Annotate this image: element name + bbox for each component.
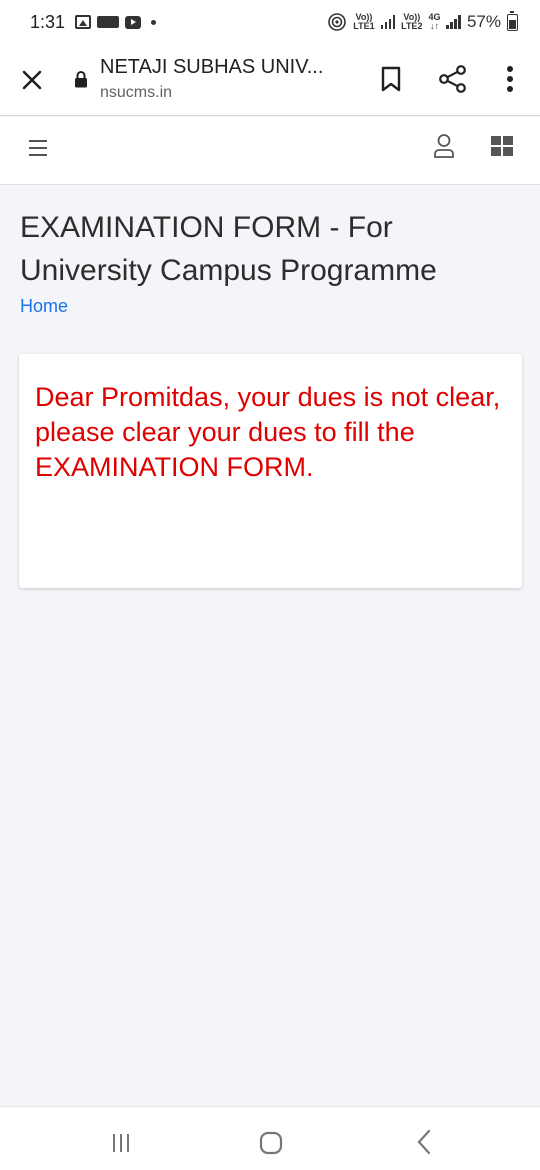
dot-icon (151, 19, 157, 25)
battery-icon (507, 10, 518, 31)
status-time: 1:31 (30, 11, 66, 32)
site-url: nsucms.in (100, 84, 173, 101)
status-bar: 1:31 Vo)) LTE1 Vo)) LTE2 4G ↓↑ 57% (0, 0, 540, 44)
sim1-lte: LTE1 (353, 21, 375, 31)
apps-grid-icon[interactable] (491, 136, 513, 156)
home-icon[interactable] (259, 1131, 285, 1155)
site-title: NETAJI SUBHAS UNIV... (100, 56, 324, 78)
lock-icon (75, 71, 87, 88)
bookmark-icon[interactable] (380, 66, 402, 92)
browser-toolbar: NETAJI SUBHAS UNIV... nsucms.in (0, 44, 540, 116)
battery-percent: 57% (466, 12, 501, 31)
more-options-icon[interactable] (500, 64, 520, 94)
signal-icon (380, 15, 396, 29)
sim2-label: Vo)) LTE2 (401, 13, 422, 31)
signal-icon-2 (446, 15, 461, 29)
status-notification-icons (75, 15, 157, 29)
share-icon[interactable] (438, 64, 468, 94)
page-title: EXAMINATION FORM - For University Campus… (20, 211, 437, 287)
youtube-icon (125, 15, 142, 29)
data-arrows-icon: ↓↑ (429, 21, 439, 31)
gallery-icon (75, 15, 92, 29)
close-icon[interactable] (20, 68, 44, 92)
notification-box-icon (97, 16, 120, 28)
back-icon[interactable] (414, 1129, 434, 1155)
site-header (0, 117, 540, 185)
network-type: 4G ↓↑ (428, 13, 440, 31)
system-navigation-bar (0, 1106, 540, 1170)
dues-notice-message: Dear Promitdas, your dues is not clear, … (35, 382, 501, 482)
status-system-icons: Vo)) LTE1 Vo)) LTE2 4G ↓↑ 57% (327, 10, 518, 32)
hotspot-icon (328, 13, 347, 31)
breadcrumb-home-link[interactable]: Home (20, 296, 68, 317)
sim2-lte: LTE2 (401, 21, 423, 31)
hamburger-menu-icon[interactable] (28, 137, 48, 159)
recent-apps-icon[interactable] (110, 1133, 132, 1153)
dues-notice-card: Dear Promitdas, your dues is not clear, … (19, 354, 522, 588)
user-profile-icon[interactable] (432, 133, 456, 159)
sim1-label: Vo)) LTE1 (353, 13, 374, 31)
